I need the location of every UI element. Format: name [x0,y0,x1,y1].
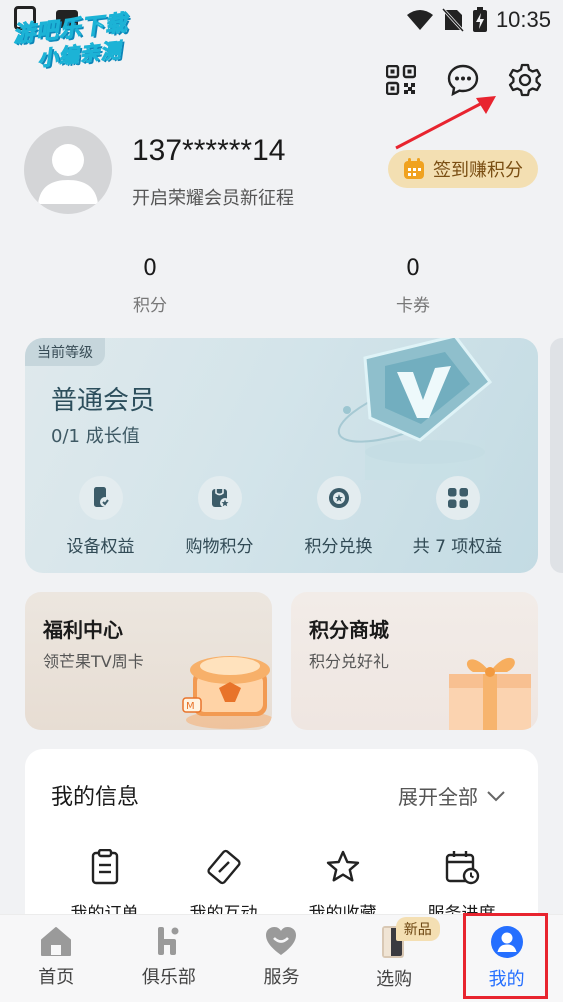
nav-service[interactable]: 服务 [225,915,338,1002]
mall-title: 积分商城 [309,618,389,642]
coupons-stat[interactable]: 0 卡券 [353,256,473,316]
order-icon [91,848,118,885]
annotation-arrow [395,96,496,150]
calendar-icon [404,158,424,179]
settings-button[interactable] [507,62,543,98]
device-benefit-icon [93,487,110,507]
membership-card[interactable]: 当前等级 普通会员 0/1 成长值 设备权益 购物积分 积分兑换 共 7 项权益 [25,338,538,573]
welfare-subtitle: 领芒果TV周卡 [43,652,144,671]
points-value: 0 [143,256,157,281]
status-right: 10:35 [406,6,551,34]
treasure-box-icon: M [182,656,272,729]
nav-club-label: 俱乐部 [141,967,196,988]
expand-all-label: 展开全部 [398,785,478,809]
home-icon [41,927,72,956]
default-avatar-icon [38,144,98,204]
coupons-label: 卡券 [396,296,430,316]
username[interactable]: 137******14 [132,134,285,168]
points-stat[interactable]: 0 积分 [90,256,210,316]
points-mall-card[interactable]: 积分商城 积分兑好礼 [291,592,538,730]
points-exchange-icon [328,488,349,508]
welfare-title: 福利中心 [43,618,123,642]
perk-label: 共 7 项权益 [412,537,503,557]
welfare-center-card[interactable]: 福利中心 领芒果TV周卡 M [25,592,272,730]
gift-box-icon [449,657,531,730]
wifi-icon [406,10,433,30]
new-badge: 新品 [395,917,440,941]
expand-all-button[interactable]: 展开全部 [398,781,506,810]
heart-icon [266,927,297,955]
service-progress-icon [445,851,479,885]
svg-text:M: M [186,701,195,712]
star-icon [326,850,359,882]
points-label: 积分 [133,296,167,316]
qr-code-icon [386,65,416,95]
perk-label: 购物积分 [185,537,254,557]
my-info-title: 我的信息 [51,785,140,810]
coupons-value: 0 [406,256,420,281]
level-tag: 当前等级 [25,338,105,366]
my-interactions-item[interactable]: 我的互动 [164,849,283,924]
nav-shop-label: 选购 [376,969,413,990]
growth-value: 0/1 成长值 [51,426,140,447]
signin-button[interactable]: 签到赚积分 [388,150,538,188]
annotation-highlight-box [463,913,548,999]
perk-points-exchange[interactable]: 积分兑换 [279,476,398,557]
nav-club[interactable]: 俱乐部 [113,915,226,1002]
my-info-items: 我的订单 我的互动 我的收藏 服务进度 [25,848,538,924]
perks-row: 设备权益 购物积分 积分兑换 共 7 项权益 [25,476,538,557]
gear-icon [508,63,542,97]
grid-icon [447,488,468,508]
nav-shop[interactable]: 新品 选购 [338,915,451,1002]
chevron-down-icon [487,790,505,801]
mall-subtitle: 积分兑好礼 [309,652,390,671]
next-card-peek [550,338,563,573]
perk-shopping-points[interactable]: 购物积分 [160,476,279,557]
no-sim-icon [441,8,464,32]
my-favorites-item[interactable]: 我的收藏 [283,849,402,924]
level-name: 普通会员 [51,386,156,416]
battery-charging-icon [472,7,487,32]
perk-label: 积分兑换 [304,537,373,557]
nav-service-label: 服务 [263,967,300,988]
interaction-icon [206,849,241,885]
nav-home[interactable]: 首页 [0,915,113,1002]
avatar[interactable] [24,126,112,214]
shopping-points-icon [211,489,230,508]
v-badge-icon [337,338,493,480]
profile-subtitle: 开启荣耀会员新征程 [132,188,294,209]
signin-label: 签到赚积分 [433,160,523,181]
clock: 10:35 [495,7,551,32]
perk-device-benefit[interactable]: 设备权益 [41,476,160,557]
perk-all-benefits[interactable]: 共 7 项权益 [398,476,517,557]
club-icon [157,927,179,955]
nav-home-label: 首页 [38,967,75,988]
my-orders-item[interactable]: 我的订单 [45,848,164,924]
perk-label: 设备权益 [66,537,135,557]
